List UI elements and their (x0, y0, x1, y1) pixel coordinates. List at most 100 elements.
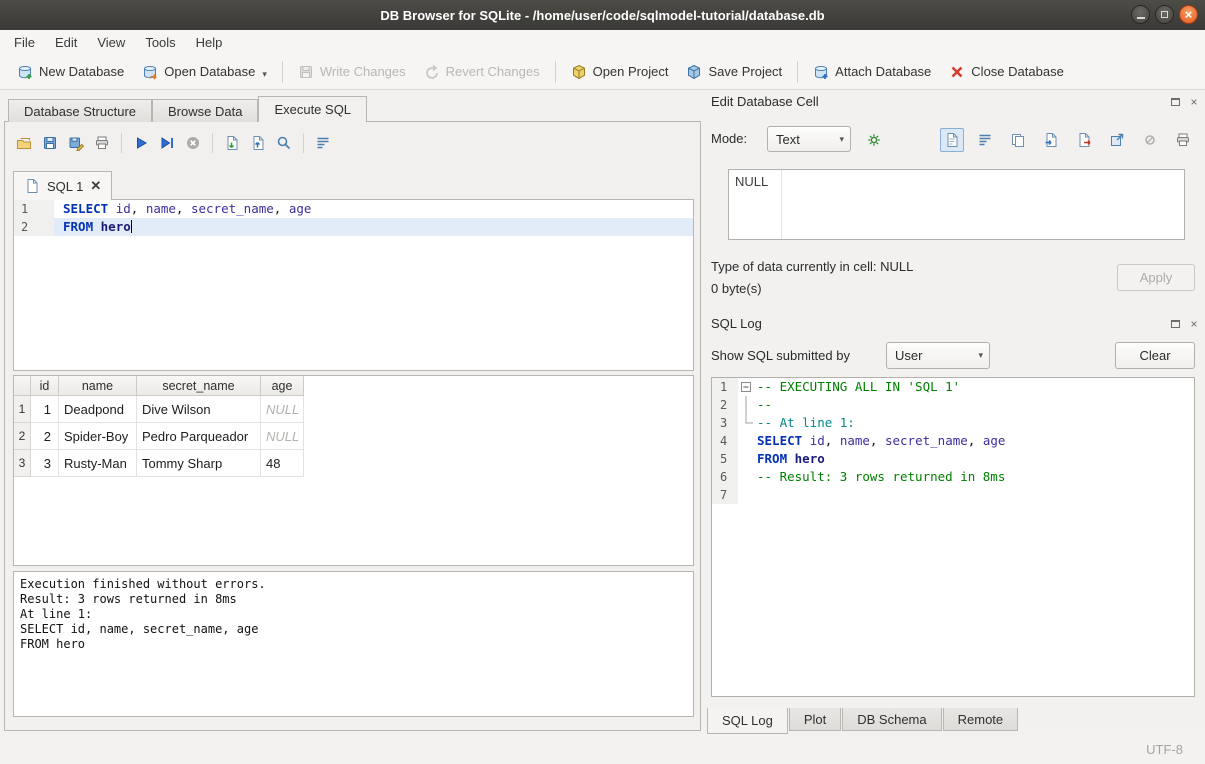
message-line: FROM hero (20, 637, 687, 652)
sql-editor[interactable]: 1SELECT id, name, secret_name, age2FROM … (13, 199, 694, 371)
tab-execute-sql[interactable]: Execute SQL (258, 96, 367, 122)
close-panel-icon[interactable]: × (1187, 317, 1201, 331)
table-cell[interactable]: Tommy Sharp (137, 450, 261, 477)
dropdown-arrow-icon[interactable]: ▾ (262, 69, 267, 80)
stop-button[interactable] (180, 130, 206, 156)
open-sql-file-button[interactable] (11, 130, 37, 156)
close-database-button[interactable]: Close Database (940, 59, 1073, 85)
column-header-age[interactable]: age (261, 376, 304, 396)
execute-all-button[interactable] (128, 130, 154, 156)
table-cell[interactable]: Pedro Parqueador (137, 423, 261, 450)
save-sql-file-as-button[interactable] (63, 130, 89, 156)
word-wrap-button[interactable] (310, 130, 336, 156)
attach-database-button[interactable]: Attach Database (804, 59, 940, 85)
log-line-text: SELECT id, name, secret_name, age (754, 432, 1194, 450)
table-cell[interactable]: 2 (31, 423, 59, 450)
log-filter-select[interactable]: User ▾ (886, 342, 990, 369)
log-line-text: -- At line 1: (754, 414, 1194, 432)
sql-text: , (176, 201, 191, 216)
close-tab-icon[interactable]: ✕ (90, 178, 101, 194)
log-line: 6-- Result: 3 rows returned in 8ms (712, 468, 1194, 486)
copy-button[interactable] (1006, 128, 1030, 152)
table-cell[interactable]: NULL (261, 423, 304, 450)
export-results-button[interactable] (219, 130, 245, 156)
menu-edit[interactable]: Edit (45, 30, 87, 54)
toolbar-button-label: Attach Database (835, 64, 931, 79)
sql-log-view[interactable]: 1-- EXECUTING ALL IN 'SQL 1'2--3-- At li… (711, 377, 1195, 697)
log-line-text: -- (754, 396, 1194, 414)
copy-icon (1010, 132, 1026, 148)
print-button[interactable] (1171, 128, 1195, 152)
log-line: 3 -- At line 1: (712, 414, 1194, 432)
mode-select[interactable]: Text ▾ (767, 126, 851, 152)
column-header-secret_name[interactable]: secret_name (137, 376, 261, 396)
table-cell[interactable]: Deadpond (59, 396, 137, 423)
tab-db-schema[interactable]: DB Schema (842, 708, 941, 731)
clear-button[interactable]: Clear (1115, 342, 1195, 369)
menu-help[interactable]: Help (186, 30, 233, 54)
table-cell[interactable]: 3 (31, 450, 59, 477)
fold-marker-icon[interactable] (738, 378, 754, 396)
tab-remote[interactable]: Remote (943, 708, 1019, 731)
import-data-button[interactable] (1039, 128, 1063, 152)
table-cell[interactable]: Spider-Boy (59, 423, 137, 450)
row-number[interactable]: 2 (14, 423, 31, 450)
find-replace-button[interactable] (271, 130, 297, 156)
window-controls: × (1131, 5, 1198, 24)
menu-bar: FileEditViewToolsHelp (0, 30, 1205, 54)
save-results-view-button[interactable] (245, 130, 271, 156)
float-panel-icon[interactable] (1168, 95, 1182, 109)
status-bar: UTF-8 (0, 735, 1205, 764)
table-cell[interactable]: Rusty-Man (59, 450, 137, 477)
table-cell[interactable]: 48 (261, 450, 304, 477)
sql-table-name: hero (101, 219, 131, 234)
open-project-button[interactable]: Open Project (562, 59, 678, 85)
column-header-id[interactable]: id (31, 376, 59, 396)
main-tab-bar: Database StructureBrowse DataExecute SQL (8, 96, 367, 122)
new-database-button[interactable]: New Database (8, 59, 133, 85)
line-number: 3 (712, 414, 738, 432)
menu-view[interactable]: View (87, 30, 135, 54)
tab-database-structure[interactable]: Database Structure (8, 99, 152, 122)
text-mode-icon (944, 132, 960, 148)
table-cell[interactable]: Dive Wilson (137, 396, 261, 423)
word-wrap-button[interactable] (973, 128, 997, 152)
tab-plot[interactable]: Plot (789, 708, 841, 731)
table-cell[interactable]: 1 (31, 396, 59, 423)
tab-sql-log[interactable]: SQL Log (707, 708, 788, 734)
print-button[interactable] (89, 130, 115, 156)
save-project-button[interactable]: Save Project (677, 59, 791, 85)
tab-sql-1[interactable]: SQL 1 ✕ (13, 171, 112, 200)
log-line-text: -- EXECUTING ALL IN 'SQL 1' (754, 378, 1194, 396)
set-null-button[interactable] (1138, 128, 1162, 152)
export-data-button[interactable] (1072, 128, 1096, 152)
auto-mode-button[interactable] (861, 127, 887, 153)
save-sql-file-button[interactable] (37, 130, 63, 156)
minimize-button[interactable] (1131, 5, 1150, 24)
log-line: 4SELECT id, name, secret_name, age (712, 432, 1194, 450)
mode-value: Text (776, 132, 800, 147)
toolbar-separator (797, 61, 798, 83)
table-cell[interactable]: NULL (261, 396, 304, 423)
menu-tools[interactable]: Tools (135, 30, 185, 54)
open-database-button[interactable]: Open Database▾ (133, 59, 276, 85)
close-panel-icon[interactable]: × (1187, 95, 1201, 109)
open-external-button[interactable] (1105, 128, 1129, 152)
column-header-name[interactable]: name (59, 376, 137, 396)
revert-changes-icon (424, 64, 440, 80)
close-window-button[interactable]: × (1179, 5, 1198, 24)
cell-editor[interactable]: NULL (728, 169, 1185, 240)
row-number[interactable]: 1 (14, 396, 31, 423)
menu-file[interactable]: File (4, 30, 45, 54)
row-number[interactable]: 3 (14, 450, 31, 477)
apply-button: Apply (1117, 264, 1195, 291)
line-number: 1 (712, 378, 738, 396)
maximize-button[interactable] (1155, 5, 1174, 24)
execute-current-line-button[interactable] (154, 130, 180, 156)
log-line-text (754, 486, 1194, 504)
sql-comment: -- Result: 3 rows returned in 8ms (757, 469, 1005, 484)
float-panel-icon[interactable] (1168, 317, 1182, 331)
chevron-down-icon: ▾ (978, 350, 983, 361)
text-mode-button[interactable] (940, 128, 964, 152)
tab-browse-data[interactable]: Browse Data (152, 99, 258, 122)
